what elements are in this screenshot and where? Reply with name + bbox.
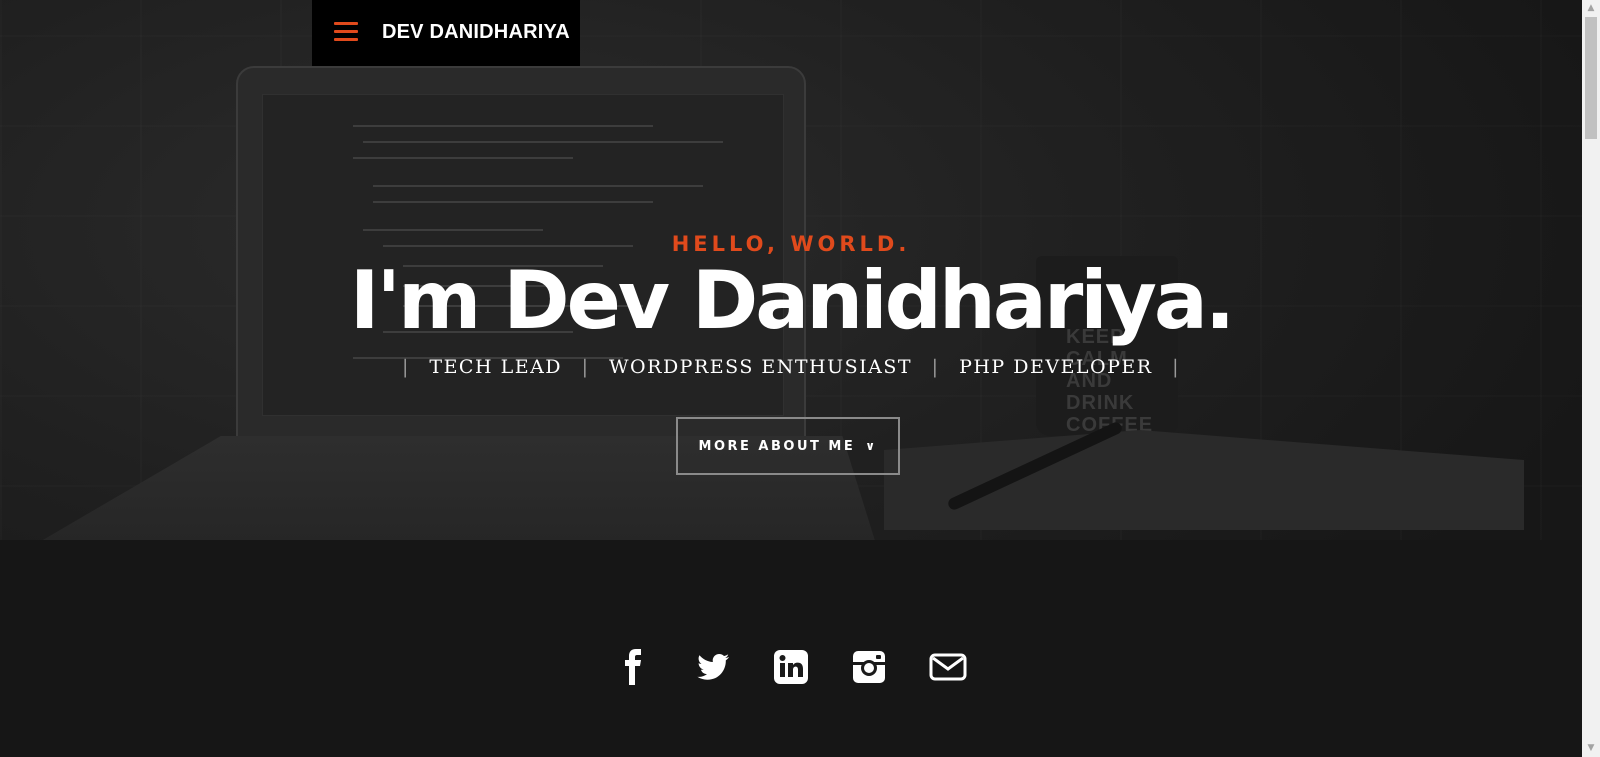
hero-headline: I'm Dev Danidhariya. bbox=[349, 254, 1236, 347]
hamburger-menu-icon[interactable] bbox=[334, 22, 358, 42]
site-brand[interactable]: DEV DANIDHARIYA bbox=[382, 21, 570, 44]
role-separator: | bbox=[581, 356, 590, 378]
scroll-down-arrow-icon[interactable]: ▼ bbox=[1582, 740, 1600, 757]
role-separator: | bbox=[931, 356, 940, 378]
social-links bbox=[0, 647, 1582, 687]
role-tech-lead: TECH LEAD bbox=[429, 356, 563, 378]
hero-kicker: HELLO, WORLD. bbox=[671, 232, 911, 256]
site-header: DEV DANIDHARIYA bbox=[312, 0, 580, 66]
role-php: PHP DEVELOPER bbox=[959, 356, 1153, 378]
role-wordpress: WORDPRESS ENTHUSIAST bbox=[609, 356, 913, 378]
page-scrollbar[interactable]: ▲ ▼ bbox=[1582, 0, 1600, 757]
linkedin-icon[interactable] bbox=[771, 647, 811, 687]
hero-roles: | TECH LEAD | WORDPRESS ENTHUSIAST | PHP… bbox=[0, 356, 1582, 378]
instagram-icon[interactable] bbox=[849, 647, 889, 687]
more-about-me-button[interactable]: MORE ABOUT ME ∨ bbox=[676, 417, 900, 475]
more-about-me-label: MORE ABOUT ME bbox=[698, 439, 856, 454]
twitter-icon[interactable] bbox=[693, 647, 733, 687]
role-separator: | bbox=[1172, 356, 1181, 378]
facebook-icon[interactable] bbox=[614, 647, 654, 687]
hero-section: KEEP CALM AND DRINK COFFEE HELLO, WORLD.… bbox=[0, 0, 1582, 757]
chevron-down-icon: ∨ bbox=[865, 439, 878, 453]
envelope-icon[interactable] bbox=[928, 647, 968, 687]
role-separator: | bbox=[401, 356, 410, 378]
scroll-thumb[interactable] bbox=[1585, 17, 1597, 139]
scroll-up-arrow-icon[interactable]: ▲ bbox=[1582, 0, 1600, 17]
